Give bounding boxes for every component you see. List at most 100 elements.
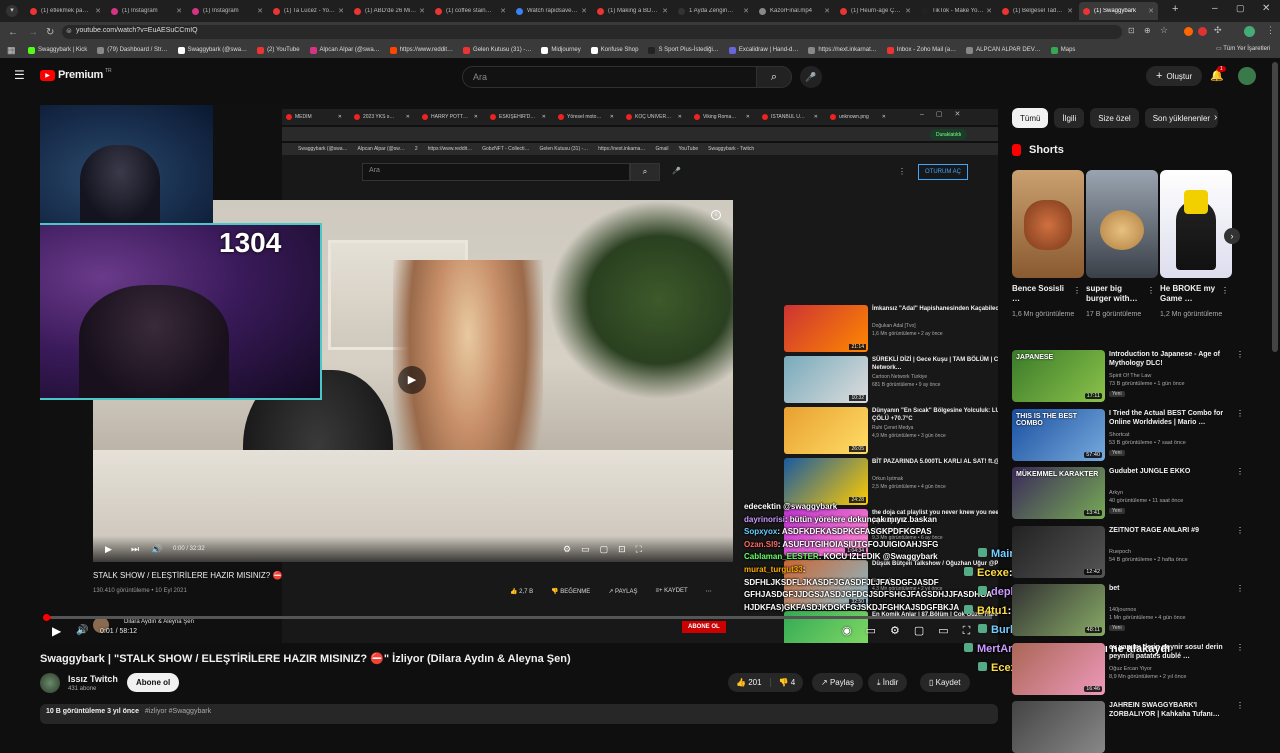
browser-tab[interactable]: (1) Belgesel Tad… ✕	[998, 2, 1077, 20]
download-button[interactable]: ⤓ İndir	[868, 673, 908, 692]
bookmark-item[interactable]: (79) Dashboard / Str…	[97, 46, 168, 54]
related-thumbnail[interactable]: MÜKEMMEL KARAKTER 13:41	[1012, 467, 1105, 519]
short-menu-icon[interactable]: ⋮	[1147, 286, 1155, 295]
page-scrollbar[interactable]	[1272, 62, 1278, 352]
tab-close-icon[interactable]: ✕	[986, 7, 992, 15]
chips-next-icon[interactable]: ›	[1214, 112, 1217, 123]
bookmark-item[interactable]: Swaggybark (@swa…	[177, 46, 247, 54]
video-player[interactable]: MEDİM ✕ 2023 YKS s… ✕ HARRY POTT… ✕ ESKİŞEHİR'…	[40, 105, 998, 643]
short-title[interactable]: Bence Sosisli …	[1012, 284, 1070, 304]
notifications-button[interactable]: 🔔 1	[1210, 66, 1226, 82]
related-video[interactable]: JAPANESE 17:11 Introduction to Japanese - …	[1012, 350, 1244, 402]
tab-close-icon[interactable]: ✕	[419, 7, 425, 15]
dislike-button[interactable]: 👎 4	[771, 678, 804, 687]
related-thumbnail[interactable]	[1012, 701, 1105, 753]
shorts-next-icon[interactable]: ›	[1224, 228, 1240, 244]
related-thumbnail[interactable]: THIS IS THE BEST COMBO 57:40	[1012, 408, 1105, 461]
short-1[interactable]	[1012, 170, 1084, 278]
reload-icon[interactable]: ↻	[46, 27, 54, 38]
filter-chip[interactable]: Size özel	[1090, 108, 1139, 128]
forward-icon[interactable]: →	[28, 27, 38, 38]
progress-scrubber[interactable]	[43, 614, 50, 621]
minimize-window-icon[interactable]: –	[1212, 3, 1218, 14]
bookmark-item[interactable]: Inbox - Zoho Mail (a…	[886, 46, 956, 54]
short-menu-icon[interactable]: ⋮	[1221, 286, 1229, 295]
browser-menu-icon[interactable]: ⋮	[1266, 25, 1275, 36]
browser-tab[interactable]: (1) coffee stain… ✕	[431, 2, 510, 20]
play-button[interactable]: ▶	[52, 624, 61, 638]
apps-grid-icon[interactable]: ▦	[7, 45, 16, 56]
bookmark-item[interactable]: ALPCAN ALPAR DEV…	[966, 46, 1041, 54]
description-box[interactable]: 10 B görüntüleme 3 yıl önce #izliyor #Sw…	[40, 704, 998, 724]
browser-tab[interactable]: Watch rapidsave… ✕	[512, 2, 591, 20]
browser-tab[interactable]: 1 Ayda Zengin… ✕	[674, 2, 753, 20]
short-menu-icon[interactable]: ⋮	[1073, 286, 1081, 295]
filter-chip[interactable]: İlgili	[1054, 108, 1085, 128]
extensions-puzzle-icon[interactable]: ✣	[1214, 25, 1222, 36]
address-bar[interactable]: ⊜ youtube.com/watch?v=EuAESuCCmIQ	[62, 25, 1122, 39]
related-video[interactable]: MÜKEMMEL KARAKTER 13:41 Gudubet JUNGLE EKK…	[1012, 467, 1244, 519]
browser-tab[interactable]: (1) Instagram ✕	[107, 2, 186, 20]
close-window-icon[interactable]: ✕	[1262, 3, 1270, 14]
search-button[interactable]: ⌕	[756, 66, 792, 88]
short-2[interactable]	[1086, 170, 1158, 278]
tab-close-icon[interactable]: ✕	[95, 7, 101, 15]
extension-icon-2[interactable]	[1198, 27, 1207, 36]
related-menu-icon[interactable]: ⋮	[1236, 526, 1244, 535]
youtube-logo[interactable]: ▶ Premium TR	[40, 68, 112, 81]
related-thumbnail[interactable]: JAPANESE 17:11	[1012, 350, 1105, 402]
save-button[interactable]: ▯ Kaydet	[920, 673, 970, 692]
tab-close-icon[interactable]: ✕	[338, 7, 344, 15]
bookmark-star-icon[interactable]: ☆	[1160, 25, 1168, 36]
tab-close-icon[interactable]: ✕	[500, 7, 506, 15]
browser-tab[interactable]: (1) Making a BD… ✕	[593, 2, 672, 20]
browser-tab[interactable]: TikTok - Make Yo… ✕	[917, 2, 996, 20]
filter-chip[interactable]: Son yüklenenler	[1144, 108, 1219, 128]
search-input[interactable]: Ara	[462, 66, 792, 88]
related-menu-icon[interactable]: ⋮	[1236, 350, 1244, 359]
tab-close-icon[interactable]: ✕	[743, 7, 749, 15]
browser-tab[interactable]: KazorFinal.mp4 ✕	[755, 2, 834, 20]
all-bookmarks-button[interactable]: ▭ Tüm Yer İşaretleri	[1216, 45, 1270, 52]
channel-name[interactable]: Issız Twitch	[68, 674, 118, 684]
bookmark-item[interactable]: https://www.reddit…	[389, 46, 453, 54]
related-menu-icon[interactable]: ⋮	[1236, 409, 1244, 418]
related-thumbnail[interactable]: 16:46	[1012, 642, 1105, 695]
install-app-icon[interactable]: ⊡	[1128, 26, 1135, 35]
browser-tab[interactable]: (1) Instagram ✕	[188, 2, 267, 20]
related-menu-icon[interactable]: ⋮	[1236, 584, 1244, 593]
bookmark-item[interactable]: S Sport Plus-İstediği…	[648, 46, 719, 54]
related-video[interactable]: 16:46 ev yapımı derin peynir sosu! derin …	[1012, 642, 1244, 695]
zoom-icon[interactable]: ⊕	[1144, 26, 1151, 35]
new-tab-button[interactable]: +	[1172, 3, 1178, 15]
filter-chip[interactable]: Tümü	[1012, 108, 1049, 128]
tab-close-icon[interactable]: ✕	[581, 7, 587, 15]
bookmark-item[interactable]: https://next.inkarnat…	[808, 46, 877, 54]
site-info-icon[interactable]: ⊜	[66, 27, 72, 35]
tab-close-icon[interactable]: ✕	[1148, 7, 1154, 15]
browser-tab[interactable]: (1) etlekmek pa… ✕	[26, 2, 105, 20]
bookmark-item[interactable]: (2) YouTube	[257, 46, 300, 54]
bookmark-item[interactable]: Excalidraw | Hand-d…	[728, 46, 798, 54]
share-button[interactable]: ↗ Paylaş	[812, 673, 863, 692]
related-menu-icon[interactable]: ⋮	[1236, 467, 1244, 476]
back-icon[interactable]: ←	[8, 27, 18, 38]
tab-close-icon[interactable]: ✕	[257, 7, 263, 15]
tab-close-icon[interactable]: ✕	[905, 7, 911, 15]
profile-avatar-icon[interactable]	[1244, 26, 1255, 37]
related-menu-icon[interactable]: ⋮	[1236, 701, 1244, 710]
create-button[interactable]: + Oluştur	[1146, 66, 1203, 86]
progress-bar[interactable]	[46, 616, 992, 619]
related-thumbnail[interactable]: 12:42	[1012, 525, 1105, 578]
extension-icon-1[interactable]	[1184, 27, 1193, 36]
tab-search-icon[interactable]: ▾	[6, 5, 18, 17]
short-title[interactable]: super big burger with…	[1086, 284, 1144, 304]
browser-tab[interactable]: (1) Ta Lucez - Yo… ✕	[269, 2, 348, 20]
browser-tab[interactable]: (1) ABD'de 26 Mi… ✕	[350, 2, 429, 20]
related-video[interactable]: 12:42 ZEITNOT RAGE ANLARI #9 Ruepoch 54 B g…	[1012, 525, 1244, 578]
channel-avatar[interactable]	[40, 673, 60, 693]
account-avatar[interactable]	[1238, 67, 1256, 85]
volume-icon[interactable]: 🔊	[76, 625, 88, 636]
tab-close-icon[interactable]: ✕	[1067, 7, 1073, 15]
like-button[interactable]: 👍 201	[728, 678, 771, 687]
